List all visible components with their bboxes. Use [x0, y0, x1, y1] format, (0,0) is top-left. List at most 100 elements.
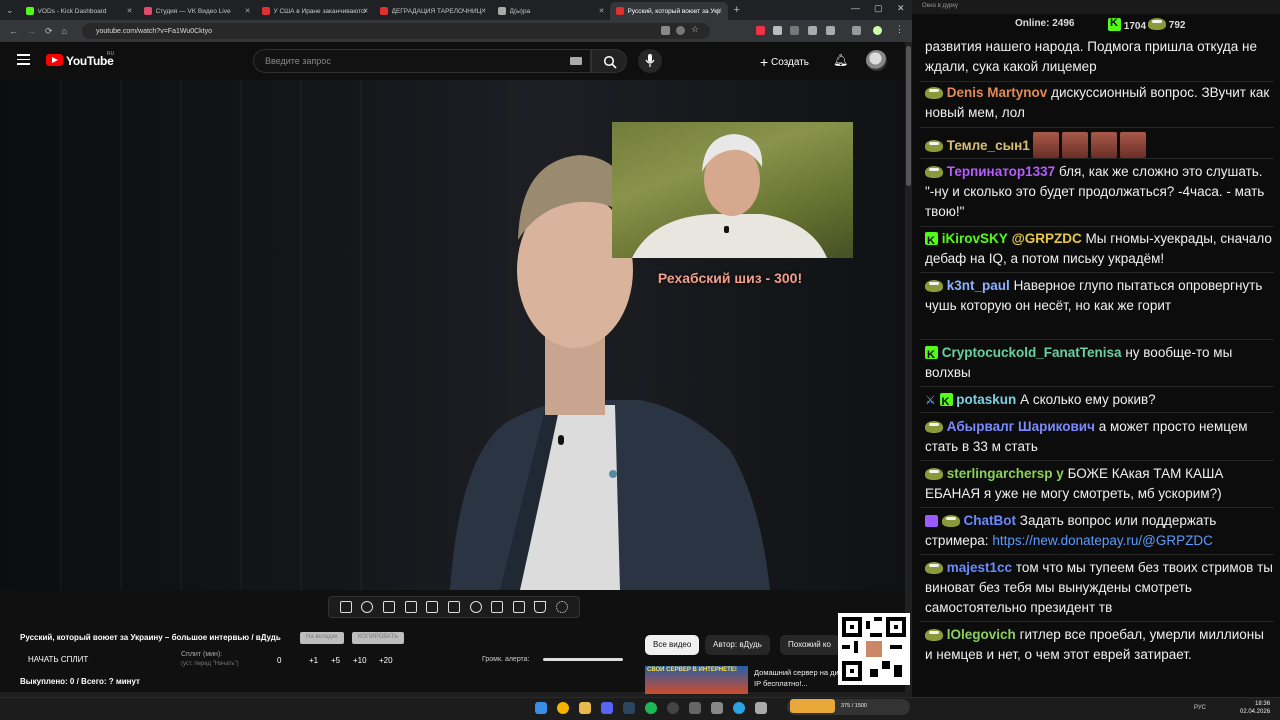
chat-username[interactable]: iKirovSKY — [942, 231, 1008, 246]
avatar[interactable] — [866, 50, 887, 71]
close-window-icon[interactable]: ✕ — [897, 3, 905, 14]
pepe-badge-icon — [941, 515, 960, 527]
notifications-icon[interactable]: 🔔︎ — [833, 53, 848, 67]
add-5-button[interactable]: +5 — [331, 656, 340, 665]
keyboard-icon[interactable] — [570, 57, 582, 65]
spotify-icon[interactable] — [645, 702, 657, 714]
maximize-icon[interactable]: ▢ — [874, 3, 883, 14]
start-split-button[interactable]: НАЧАТЬ СПЛИТ — [28, 655, 88, 664]
ext-icon[interactable] — [661, 26, 670, 35]
ext-icon[interactable] — [826, 26, 835, 35]
browser-tab[interactable]: Д(ы)ра ✕ — [492, 2, 610, 20]
alert-volume-slider[interactable] — [543, 658, 623, 661]
ext-icon[interactable] — [790, 26, 799, 35]
forward-icon[interactable]: → — [27, 26, 36, 36]
steam-icon[interactable] — [623, 702, 635, 714]
browser-tab[interactable]: Студия — VK Видео Live ✕ — [138, 2, 256, 20]
new-tab-icon[interactable]: + — [734, 4, 740, 16]
create-button[interactable]: + Создать — [760, 54, 809, 70]
kick-icon — [1108, 17, 1121, 31]
open-tab-button[interactable]: На вкладке — [300, 632, 344, 644]
youtube-logo-icon[interactable] — [46, 54, 63, 66]
close-tab-icon[interactable]: ✕ — [363, 7, 369, 15]
explorer-icon[interactable] — [579, 702, 591, 714]
menu-icon[interactable]: ⋮ — [895, 24, 904, 34]
browser-tab-active[interactable]: Русский, который воюет за Укр ✕ — [609, 2, 728, 20]
loop-icon[interactable] — [339, 601, 352, 613]
chip-all-videos[interactable]: Все видео — [645, 635, 700, 655]
gear-icon[interactable] — [556, 601, 569, 613]
back-icon[interactable]: ← — [9, 26, 18, 36]
add-20-button[interactable]: +20 — [379, 656, 393, 665]
search-input[interactable]: Введите запрос — [253, 49, 591, 73]
browser-tab[interactable]: VODs - Kick Dashboard ✕ — [20, 2, 138, 20]
app-icon[interactable] — [755, 702, 767, 714]
search-button[interactable] — [591, 49, 627, 73]
tab-list-icon[interactable]: ⌄ — [6, 5, 14, 16]
browser-tab[interactable]: У США в Иране заканчиваются ✕ — [256, 2, 374, 20]
add-clip-icon[interactable] — [491, 601, 504, 613]
add-10-button[interactable]: +10 — [353, 656, 367, 665]
close-tab-icon[interactable]: ✕ — [599, 7, 605, 15]
chip-author[interactable]: Автор: вДудь — [705, 635, 770, 655]
minimize-icon[interactable]: — — [851, 3, 860, 13]
screen-eye-icon[interactable] — [383, 601, 396, 613]
close-tab-icon[interactable]: ✕ — [481, 7, 487, 15]
app-icon[interactable] — [689, 702, 701, 714]
obs-icon[interactable] — [667, 702, 679, 714]
app-icon[interactable] — [711, 702, 723, 714]
chat-username[interactable]: Абырвалг Шарикович — [947, 419, 1095, 434]
pepe-badge-icon — [925, 421, 943, 433]
video-player[interactable]: Рехабский шиз - 300! — [0, 80, 905, 590]
camera-icon[interactable] — [512, 601, 525, 613]
taskbar-clock[interactable]: 18:36 02.04.2026 — [1240, 700, 1270, 716]
scrollbar-thumb[interactable] — [906, 46, 911, 186]
home-icon[interactable]: ⌂ — [62, 26, 67, 36]
speed-icon[interactable] — [469, 601, 482, 613]
related-video-thumbnail[interactable]: СВОЙ СЕРВЕР В ИНТЕРНЕТЕ! — [645, 666, 748, 694]
download-icon[interactable] — [852, 26, 861, 35]
chat-username[interactable]: Терпинатор1337 — [947, 164, 1055, 179]
chat-username[interactable]: Темле_сын1 — [947, 138, 1030, 153]
chat-username[interactable]: potaskun — [956, 392, 1016, 407]
hamburger-menu-icon[interactable] — [17, 54, 30, 65]
search-icon — [603, 55, 617, 69]
chat-username[interactable]: ChatBot — [964, 513, 1017, 528]
windows-start-icon[interactable] — [535, 702, 547, 714]
chat-username[interactable]: majest1cc — [947, 560, 1012, 575]
divider — [920, 507, 1274, 508]
zoom-icon[interactable] — [676, 26, 685, 35]
flask-icon[interactable] — [534, 601, 547, 613]
chat-username[interactable]: k3nt_paul — [947, 278, 1010, 293]
discord-icon[interactable] — [601, 702, 613, 714]
clapper-icon[interactable] — [404, 601, 417, 613]
close-tab-icon[interactable]: ✕ — [245, 7, 251, 15]
broadcast-icon[interactable] — [361, 601, 374, 613]
reload-icon[interactable]: ⟳ — [45, 26, 53, 37]
ext-icon[interactable] — [808, 26, 817, 35]
film-icon[interactable] — [447, 601, 460, 613]
ext-icon[interactable] — [773, 26, 782, 35]
browser-tab[interactable]: ДЕГРАДАЦИЯ ТАРЕЛОЧНИЦ ✕ — [374, 2, 492, 20]
donate-link[interactable]: https://new.donatepay.ru/@GRPZDC — [992, 533, 1213, 548]
chat-username[interactable]: lOlegovich — [947, 627, 1016, 642]
copy-button[interactable]: КОПИРОВАТЬ — [352, 632, 405, 644]
ext-icon[interactable] — [756, 26, 765, 35]
picture-icon[interactable] — [426, 601, 439, 613]
telegram-icon[interactable] — [733, 702, 745, 714]
chat-mention[interactable]: @GRPZDC — [1012, 231, 1082, 246]
close-tab-icon[interactable]: ✕ — [717, 7, 723, 15]
chat-username[interactable]: Cryptocuckold_FanatTenisa — [942, 345, 1122, 360]
voice-search-button[interactable] — [638, 49, 662, 73]
chat-username[interactable]: Denis Martynov — [947, 85, 1048, 100]
profile-icon[interactable] — [873, 26, 882, 35]
chrome-icon[interactable] — [557, 702, 569, 714]
star-icon[interactable]: ☆ — [691, 24, 700, 34]
language-indicator[interactable]: РУС — [1194, 705, 1206, 711]
chip-similar[interactable]: Похожий ко — [780, 635, 840, 655]
chat-username[interactable]: sterlingarchersp y — [947, 466, 1064, 481]
close-tab-icon[interactable]: ✕ — [127, 7, 133, 15]
chat-message: lOlegovich гитлер все проебал, умерли ми… — [925, 627, 1264, 662]
add-1-button[interactable]: +1 — [309, 656, 318, 665]
address-bar[interactable]: youtube.com/watch?v=Fa1Wu0Cktyo — [82, 23, 710, 39]
